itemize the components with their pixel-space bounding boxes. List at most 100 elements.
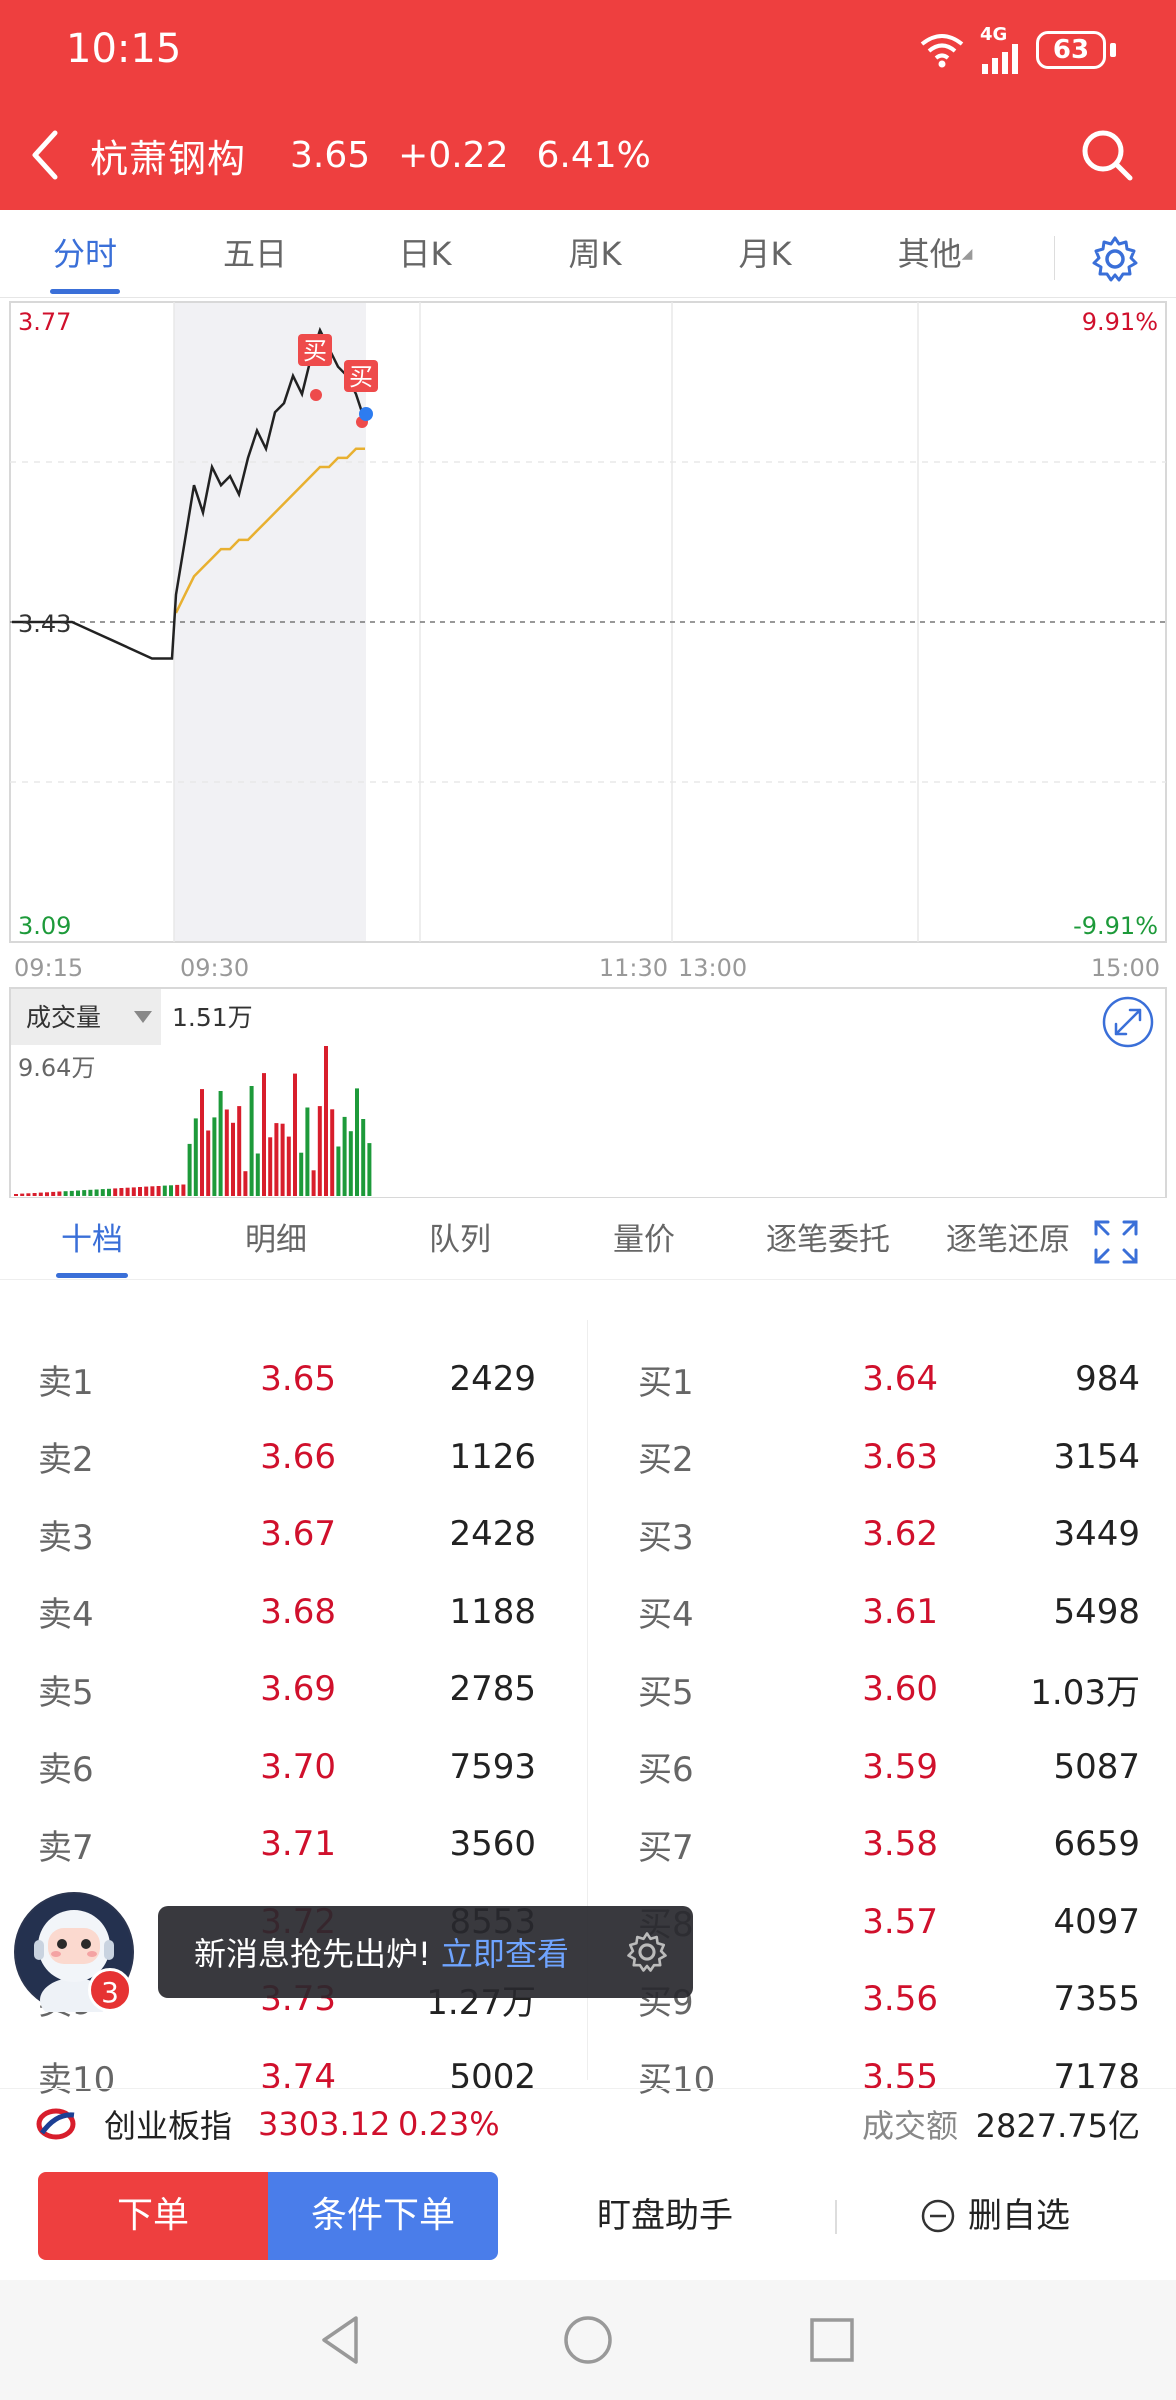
volume-bar xyxy=(336,1146,341,1196)
bid-row-7[interactable]: 买7 3.58 6659 xyxy=(602,1805,1142,1883)
tab-order-by-order[interactable]: 逐笔委托 xyxy=(736,1200,920,1280)
search-icon xyxy=(1082,130,1133,181)
bid-row-3[interactable]: 买3 3.62 3449 xyxy=(602,1495,1142,1573)
price-high-label: 3.77 xyxy=(18,308,71,336)
level-label: 买2 xyxy=(638,1440,694,1480)
ask-row-4[interactable]: 卖4 3.68 1188 xyxy=(0,1573,550,1651)
level-volume: 1.03万 xyxy=(1030,1672,1140,1713)
volume-bar xyxy=(156,1186,161,1196)
bid-row-5[interactable]: 买5 3.60 1.03万 xyxy=(602,1650,1142,1728)
conditional-order-button[interactable]: 条件下单 xyxy=(268,2172,498,2260)
level-volume: 3154 xyxy=(1053,1436,1140,1477)
level-price: 3.60 xyxy=(862,1669,938,1709)
ask-row-5[interactable]: 卖5 3.69 2785 xyxy=(0,1650,550,1728)
toast-view-now-link[interactable]: 立即查看 xyxy=(441,1929,569,1975)
toast-settings-icon[interactable] xyxy=(625,1930,669,1974)
expand-chart-button[interactable] xyxy=(1102,996,1154,1048)
bid-row-6[interactable]: 买6 3.59 5087 xyxy=(602,1728,1142,1806)
volume-bar xyxy=(293,1073,297,1196)
volume-max-label: 9.64万 xyxy=(18,1054,95,1082)
volume-bar xyxy=(193,1118,198,1196)
volume-bar xyxy=(280,1123,285,1196)
battery-icon: 63 xyxy=(1036,31,1106,69)
nav-home-icon[interactable] xyxy=(556,2308,620,2372)
tab-volume-price[interactable]: 量价 xyxy=(552,1200,736,1280)
level-label: 买5 xyxy=(638,1672,694,1713)
volume-bar xyxy=(249,1086,254,1196)
back-button[interactable] xyxy=(0,100,90,210)
index-ticker[interactable]: 创业板指 3303.12 0.23% 成交额 2827.75亿 xyxy=(0,2088,1176,2158)
watch-assistant-button[interactable]: 盯盘助手 xyxy=(560,2172,770,2260)
time-label-open-auction: 09:15 xyxy=(14,954,83,982)
volume-bar xyxy=(88,1189,93,1196)
volume-bar xyxy=(14,1194,18,1196)
place-order-button[interactable]: 下单 xyxy=(38,2172,268,2260)
volume-bar xyxy=(243,1171,248,1196)
volume-bar xyxy=(342,1116,347,1196)
toast-message: 新消息抢先出炉! xyxy=(194,1935,431,1973)
volume-bar xyxy=(330,1109,335,1196)
status-bar: 10:15 4G 63 xyxy=(0,0,1176,100)
search-button[interactable] xyxy=(1074,122,1140,188)
nav-back-icon[interactable] xyxy=(310,2308,374,2372)
price-low-label: 3.09 xyxy=(18,912,71,940)
volume-bar xyxy=(286,1136,291,1196)
dropdown-corner-icon: ◢ xyxy=(961,245,973,262)
tab-trade-replay[interactable]: 逐笔还原 xyxy=(920,1200,1070,1280)
tab-monthly-k[interactable]: 月K xyxy=(680,210,850,298)
level-label: 卖1 xyxy=(38,1362,94,1403)
fullscreen-icon[interactable] xyxy=(1092,1218,1140,1266)
level-price: 3.58 xyxy=(862,1824,938,1864)
volume-bar xyxy=(181,1184,186,1196)
tab-queue[interactable]: 队列 xyxy=(368,1200,552,1280)
ask-row-2[interactable]: 卖2 3.66 1126 xyxy=(0,1418,550,1496)
level-label: 卖5 xyxy=(38,1672,94,1713)
ask-row-1[interactable]: 卖1 3.65 2429 xyxy=(0,1340,550,1418)
level-volume: 2785 xyxy=(449,1669,536,1709)
level-price: 3.63 xyxy=(862,1436,938,1477)
remove-watchlist-button[interactable]: 删自选 xyxy=(920,2172,1120,2260)
ask-row-7[interactable]: 卖7 3.71 3560 xyxy=(0,1805,550,1883)
ask-row-6[interactable]: 卖6 3.70 7593 xyxy=(0,1728,550,1806)
nav-recents-icon[interactable] xyxy=(800,2308,864,2372)
ask-row-3[interactable]: 卖3 3.67 2428 xyxy=(0,1495,550,1573)
index-change-pct: 0.23% xyxy=(398,2104,500,2143)
tab-weekly-k[interactable]: 周K xyxy=(510,210,680,298)
volume-bar xyxy=(100,1189,105,1196)
volume-bar xyxy=(305,1107,310,1196)
orderbook-tabs: 十档 明细 队列 量价 逐笔委托 逐笔还原 xyxy=(0,1200,1176,1280)
stock-change-pct: 6.41% xyxy=(536,134,651,176)
level-label: 卖3 xyxy=(38,1517,94,1558)
pct-low-label: -9.91% xyxy=(1073,912,1158,940)
volume-current: 1.51万 xyxy=(172,1003,253,1032)
remove-watchlist-label: 删自选 xyxy=(968,2196,1070,2236)
bid-row-1[interactable]: 买1 3.64 984 xyxy=(602,1340,1142,1418)
tab-intraday[interactable]: 分时 xyxy=(0,210,170,298)
volume-bar xyxy=(150,1186,155,1196)
volume-bar xyxy=(162,1185,167,1196)
back-arrow-icon xyxy=(32,130,58,180)
bid-row-4[interactable]: 买4 3.61 5498 xyxy=(602,1573,1142,1651)
volume-bar xyxy=(237,1106,242,1196)
volume-bar xyxy=(324,1046,328,1196)
tab-daily-k[interactable]: 日K xyxy=(340,210,510,298)
volume-label: 成交量 xyxy=(26,1003,101,1032)
new-message-toast[interactable]: 新消息抢先出炉! 立即查看 xyxy=(158,1906,693,1998)
buy-marker-1-label: 买 xyxy=(303,337,327,365)
bid-row-2[interactable]: 买2 3.63 3154 xyxy=(602,1418,1142,1496)
volume-bar xyxy=(32,1193,37,1196)
volume-bar xyxy=(348,1131,353,1196)
gear-icon[interactable] xyxy=(1090,234,1140,284)
level-label: 买6 xyxy=(638,1750,694,1790)
tab-other[interactable]: 其他◢ xyxy=(850,210,1020,298)
volume-bar xyxy=(20,1193,25,1196)
tab-details[interactable]: 明细 xyxy=(184,1200,368,1280)
tab-ten-levels[interactable]: 十档 xyxy=(0,1200,184,1280)
level-volume: 1188 xyxy=(449,1591,536,1632)
tab-five-day[interactable]: 五日 xyxy=(170,210,340,298)
level-volume: 5087 xyxy=(1053,1746,1140,1787)
intraday-chart[interactable]: 买 买 3.77 3.43 3.09 9.91% -9.91% 09:15 09… xyxy=(0,298,1176,1198)
level-label: 买4 xyxy=(638,1595,694,1635)
title-bar: 杭萧钢构 3.65 +0.22 6.41% xyxy=(0,100,1176,210)
action-divider xyxy=(835,2200,837,2234)
